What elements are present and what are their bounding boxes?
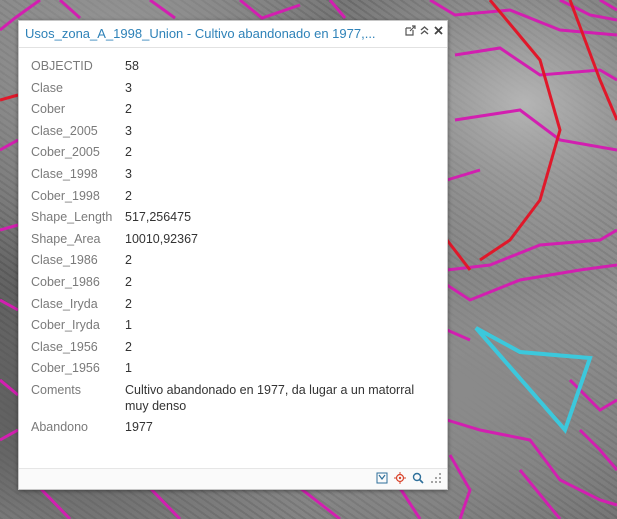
attribute-value: 2 [125, 145, 132, 160]
attribute-value: 2 [125, 339, 132, 354]
selected-polygon[interactable] [474, 326, 593, 434]
attribute-key: Shape_Area [31, 231, 101, 246]
attribute-value: 1 [125, 318, 132, 333]
attribute-row: Cober 2 [31, 100, 431, 122]
attribute-value: 3 [125, 166, 132, 181]
attribute-key: Clase_Iryda [31, 296, 98, 311]
attribute-key: Coments [31, 382, 82, 397]
popup-title: Usos_zona_A_1998_Union - Cultivo abandon… [25, 26, 376, 41]
attribute-key: Cober_2005 [31, 145, 100, 160]
attribute-value: 3 [125, 80, 132, 95]
attribute-key: Cober [31, 102, 66, 117]
attribute-value: 2 [125, 253, 132, 268]
attribute-value: 3 [125, 123, 132, 138]
attribute-row: Cober_Iryda 1 [31, 316, 431, 338]
resize-handle-icon[interactable] [429, 472, 442, 485]
attribute-row: Cober_1986 2 [31, 273, 431, 295]
attribute-key: Clase_1986 [31, 253, 98, 268]
attribute-key: Abandono [31, 419, 89, 434]
attribute-row: Clase_Iryda 2 [31, 295, 431, 317]
attribute-table: OBJECTID 58 Clase 3 Cober 2 Clase_2005 3 Cob… [31, 57, 431, 440]
attribute-key: Cober_1986 [31, 274, 100, 289]
attribute-value: 2 [125, 102, 132, 117]
attribute-key: Clase [31, 80, 63, 95]
popup-footer [19, 468, 447, 489]
attribute-row: Clase 3 [31, 79, 431, 101]
attribute-value: 517,256475 [125, 210, 192, 225]
attribute-value: 58 [125, 59, 139, 73]
attribute-value: 2 [125, 296, 132, 311]
attribute-key: Clase_1998 [31, 166, 98, 181]
attribute-row: Shape_Length 517,256475 [31, 208, 431, 230]
attribute-value: 2 [125, 188, 132, 203]
attribute-row: Clase_1956 2 [31, 338, 431, 360]
attribute-key: Shape_Length [31, 210, 113, 225]
attribute-key: Clase_2005 [31, 123, 98, 138]
attribute-value: 1 [125, 361, 132, 376]
filter-icon[interactable] [375, 472, 388, 485]
feature-popup: Usos_zona_A_1998_Union - Cultivo abandon… [18, 20, 448, 490]
attribute-value: 2 [125, 274, 132, 289]
external-link-icon[interactable] [403, 25, 417, 41]
attribute-row: OBJECTID 58 [31, 57, 431, 79]
attribute-key: Cober_Iryda [31, 318, 100, 333]
attribute-key: Cober_1956 [31, 361, 100, 376]
locate-icon[interactable] [393, 472, 406, 485]
chevron-up-double-icon[interactable] [417, 25, 431, 41]
attribute-value: 1977 [125, 419, 153, 434]
attribute-row: Cober_2005 2 [31, 143, 431, 165]
attribute-row: Clase_2005 3 [31, 122, 431, 144]
attribute-row: Clase_1986 2 [31, 251, 431, 273]
attribute-row: Cober_1998 2 [31, 187, 431, 209]
attribute-row: Coments Cultivo abandonado en 1977, da lu… [31, 381, 431, 418]
zoom-icon[interactable] [411, 472, 424, 485]
attribute-key: Clase_1956 [31, 339, 98, 354]
attribute-value: 10010,92367 [125, 231, 198, 246]
attribute-key: Cober_1998 [31, 188, 100, 203]
attribute-row: Shape_Area 10010,92367 [31, 230, 431, 252]
attribute-row: Abandono 1977 [31, 418, 431, 440]
attribute-row: Cober_1956 1 [31, 359, 431, 381]
attribute-key: OBJECTID [31, 59, 93, 73]
close-icon[interactable] [431, 25, 445, 41]
attribute-row: Clase_1998 3 [31, 165, 431, 187]
popup-header: Usos_zona_A_1998_Union - Cultivo abandon… [19, 21, 447, 48]
attribute-value: Cultivo abandonado en 1977, da lugar a u… [125, 382, 415, 413]
